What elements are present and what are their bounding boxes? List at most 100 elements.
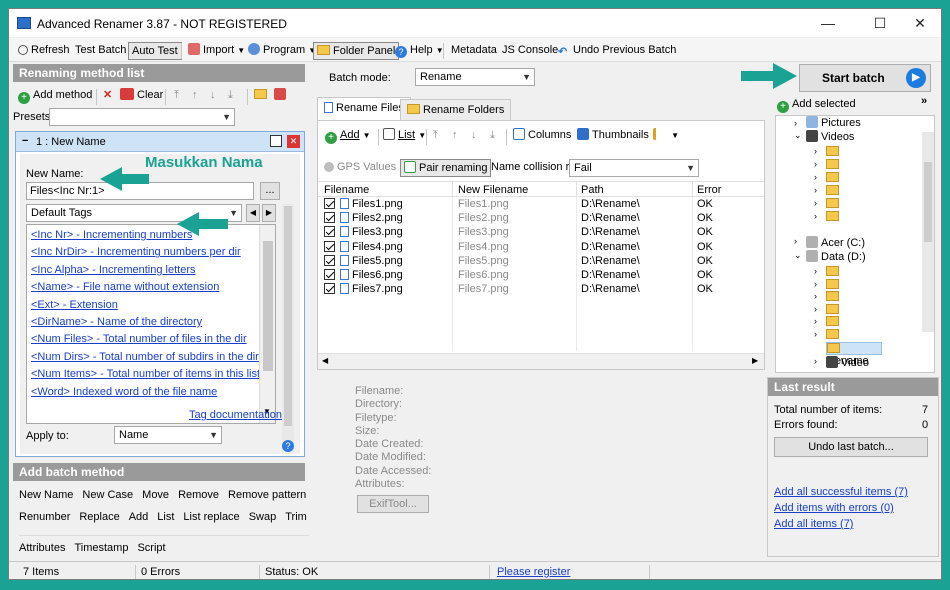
- thumbnails-button[interactable]: Thumbnails: [574, 127, 652, 145]
- minimize-button[interactable]: —: [805, 9, 851, 37]
- table-row[interactable]: Files7.png Files7.png D:\Rename\ OK: [318, 282, 764, 296]
- batch-method-button[interactable]: Trim: [285, 511, 307, 523]
- list-menu[interactable]: List ▼: [380, 127, 429, 145]
- add-successful-items-link[interactable]: Add all successful items (7): [774, 486, 908, 498]
- tree-subfolder[interactable]: ›: [814, 185, 842, 198]
- folder-panel-toggle[interactable]: Folder Panel: [313, 42, 400, 60]
- chevron-right-icon[interactable]: ›: [814, 304, 817, 314]
- chevron-right-icon[interactable]: ›: [814, 356, 817, 366]
- prev-tags-button[interactable]: ◀: [246, 204, 260, 222]
- js-console-button[interactable]: JS Console: [499, 42, 561, 60]
- chevron-right-icon[interactable]: ›: [814, 159, 817, 169]
- batch-method-button[interactable]: List replace: [183, 511, 239, 523]
- column-header[interactable]: New Filename: [458, 184, 528, 196]
- help-menu[interactable]: ? Help ▼: [392, 42, 447, 60]
- batch-method-button[interactable]: New Name: [19, 489, 73, 501]
- move-bottom-button[interactable]: ⤓: [225, 87, 236, 105]
- table-row[interactable]: Files2.png Files2.png D:\Rename\ OK: [318, 211, 764, 225]
- next-tags-button[interactable]: ▶: [262, 204, 276, 222]
- row-checkbox[interactable]: [324, 240, 338, 253]
- batch-method-button[interactable]: Renumber: [19, 511, 70, 523]
- row-checkbox[interactable]: [324, 268, 338, 281]
- metadata-button[interactable]: Metadata: [448, 42, 500, 60]
- method-enabled-checkbox[interactable]: [270, 135, 282, 147]
- chevron-right-icon[interactable]: ›: [814, 185, 817, 195]
- pair-renaming-toggle[interactable]: Pair renaming: [400, 159, 492, 177]
- move-up-button[interactable]: ↑: [189, 87, 201, 105]
- column-divider[interactable]: [692, 182, 693, 198]
- tree-subfolder[interactable]: ›: [814, 278, 842, 292]
- remove-method-icon[interactable]: ✕: [287, 135, 300, 148]
- tree-item-rename[interactable]: Rename: [826, 342, 882, 367]
- new-name-browse-button[interactable]: ...: [260, 182, 280, 200]
- tag-link[interactable]: <Name> - File name without extension: [31, 279, 259, 296]
- scrollbar-thumb[interactable]: [924, 162, 932, 242]
- batch-mode-select[interactable]: Rename ▼: [415, 68, 535, 86]
- tree-item-pictures[interactable]: Pictures: [806, 116, 861, 129]
- table-row[interactable]: Files4.png Files4.png D:\Rename\ OK: [318, 240, 764, 254]
- add-error-items-link[interactable]: Add items with errors (0): [774, 502, 894, 514]
- batch-method-button[interactable]: List: [157, 511, 174, 523]
- collision-rule-select[interactable]: Fail ▼: [569, 159, 699, 177]
- tree-subfolder[interactable]: ›: [814, 316, 842, 329]
- method-header[interactable]: − 1 : New Name ✕: [16, 132, 304, 152]
- table-row[interactable]: Files3.png Files3.png D:\Rename\ OK: [318, 225, 764, 239]
- table-row[interactable]: Files1.png Files1.png D:\Rename\ OK: [318, 197, 764, 211]
- save-method-button[interactable]: [271, 87, 292, 105]
- chevron-right-icon[interactable]: ›: [814, 329, 817, 339]
- program-menu[interactable]: Program ▼: [245, 42, 319, 60]
- tag-documentation-link[interactable]: Tag documentation: [189, 409, 282, 421]
- tree-item-videos[interactable]: Videos: [806, 130, 854, 143]
- new-name-input[interactable]: Files<Inc Nr:1>: [26, 182, 254, 200]
- row-checkbox[interactable]: [324, 226, 338, 238]
- tag-link[interactable]: <Num Items> - Total number of items in t…: [31, 366, 260, 383]
- tree-subfolder[interactable]: ›: [814, 159, 842, 172]
- columns-button[interactable]: Columns: [510, 127, 574, 145]
- add-files-menu[interactable]: + Add ▼: [322, 127, 374, 145]
- column-header[interactable]: Path: [581, 184, 604, 196]
- column-divider[interactable]: [452, 182, 453, 198]
- tag-link[interactable]: <Ext> - Extension: [31, 297, 259, 314]
- move-down-button[interactable]: ↓: [207, 87, 219, 105]
- tree-scrollbar[interactable]: [922, 132, 934, 332]
- refresh-button[interactable]: Refresh: [15, 42, 73, 60]
- open-method-button[interactable]: [251, 87, 273, 105]
- add-all-items-link[interactable]: Add all items (7): [774, 518, 853, 530]
- chevron-right-icon[interactable]: ›: [814, 211, 817, 221]
- tag-link[interactable]: <Inc Nr> - Incrementing numbers: [31, 227, 259, 244]
- scrollbar-thumb[interactable]: [263, 241, 273, 371]
- chevron-right-icon[interactable]: ▶: [752, 356, 758, 365]
- batch-method-button[interactable]: Replace: [79, 511, 119, 523]
- tag-link[interactable]: <Inc NrDir> - Incrementing numbers per d…: [31, 244, 259, 261]
- undo-previous-batch-button[interactable]: ↶ Undo Previous Batch: [555, 42, 679, 60]
- tree-item-data-drive[interactable]: Data (D:): [806, 250, 866, 263]
- column-divider[interactable]: [576, 182, 577, 198]
- presets-select[interactable]: ▼: [49, 108, 235, 126]
- move-top-button[interactable]: ⤒: [430, 127, 441, 145]
- apply-to-select[interactable]: Name ▼: [114, 426, 222, 444]
- delete-method-button[interactable]: ✕: [100, 87, 115, 105]
- method-scrollbar[interactable]: [282, 204, 294, 452]
- tree-subfolder[interactable]: ›: [814, 291, 842, 304]
- move-down-button[interactable]: ↓: [468, 127, 480, 145]
- chevron-right-icon[interactable]: ›: [814, 172, 817, 182]
- batch-method-button[interactable]: Script: [137, 542, 165, 554]
- test-batch-button[interactable]: Test Batch: [72, 42, 129, 60]
- batch-method-button[interactable]: New Case: [82, 489, 133, 501]
- expand-panel-icon[interactable]: »: [921, 95, 927, 107]
- add-method-button[interactable]: + Add method: [15, 87, 95, 105]
- undo-last-batch-button[interactable]: Undo last batch...: [774, 437, 928, 457]
- add-selected-button[interactable]: + Add selected: [777, 98, 856, 113]
- please-register-link[interactable]: Please register: [497, 566, 570, 578]
- move-top-button[interactable]: ⤒: [171, 87, 182, 105]
- tree-subfolder[interactable]: ›: [814, 146, 842, 159]
- tree-subfolder[interactable]: ›: [814, 328, 842, 342]
- chevron-right-icon[interactable]: ›: [794, 236, 797, 246]
- clear-button[interactable]: Clear: [117, 87, 166, 105]
- collapse-icon[interactable]: −: [22, 135, 28, 147]
- import-menu[interactable]: Import ▼: [185, 42, 248, 60]
- batch-method-button[interactable]: Add: [129, 511, 149, 523]
- table-row[interactable]: Files6.png Files6.png D:\Rename\ OK: [318, 268, 764, 282]
- row-checkbox[interactable]: [324, 254, 338, 267]
- chevron-down-icon[interactable]: ⌄: [794, 130, 802, 141]
